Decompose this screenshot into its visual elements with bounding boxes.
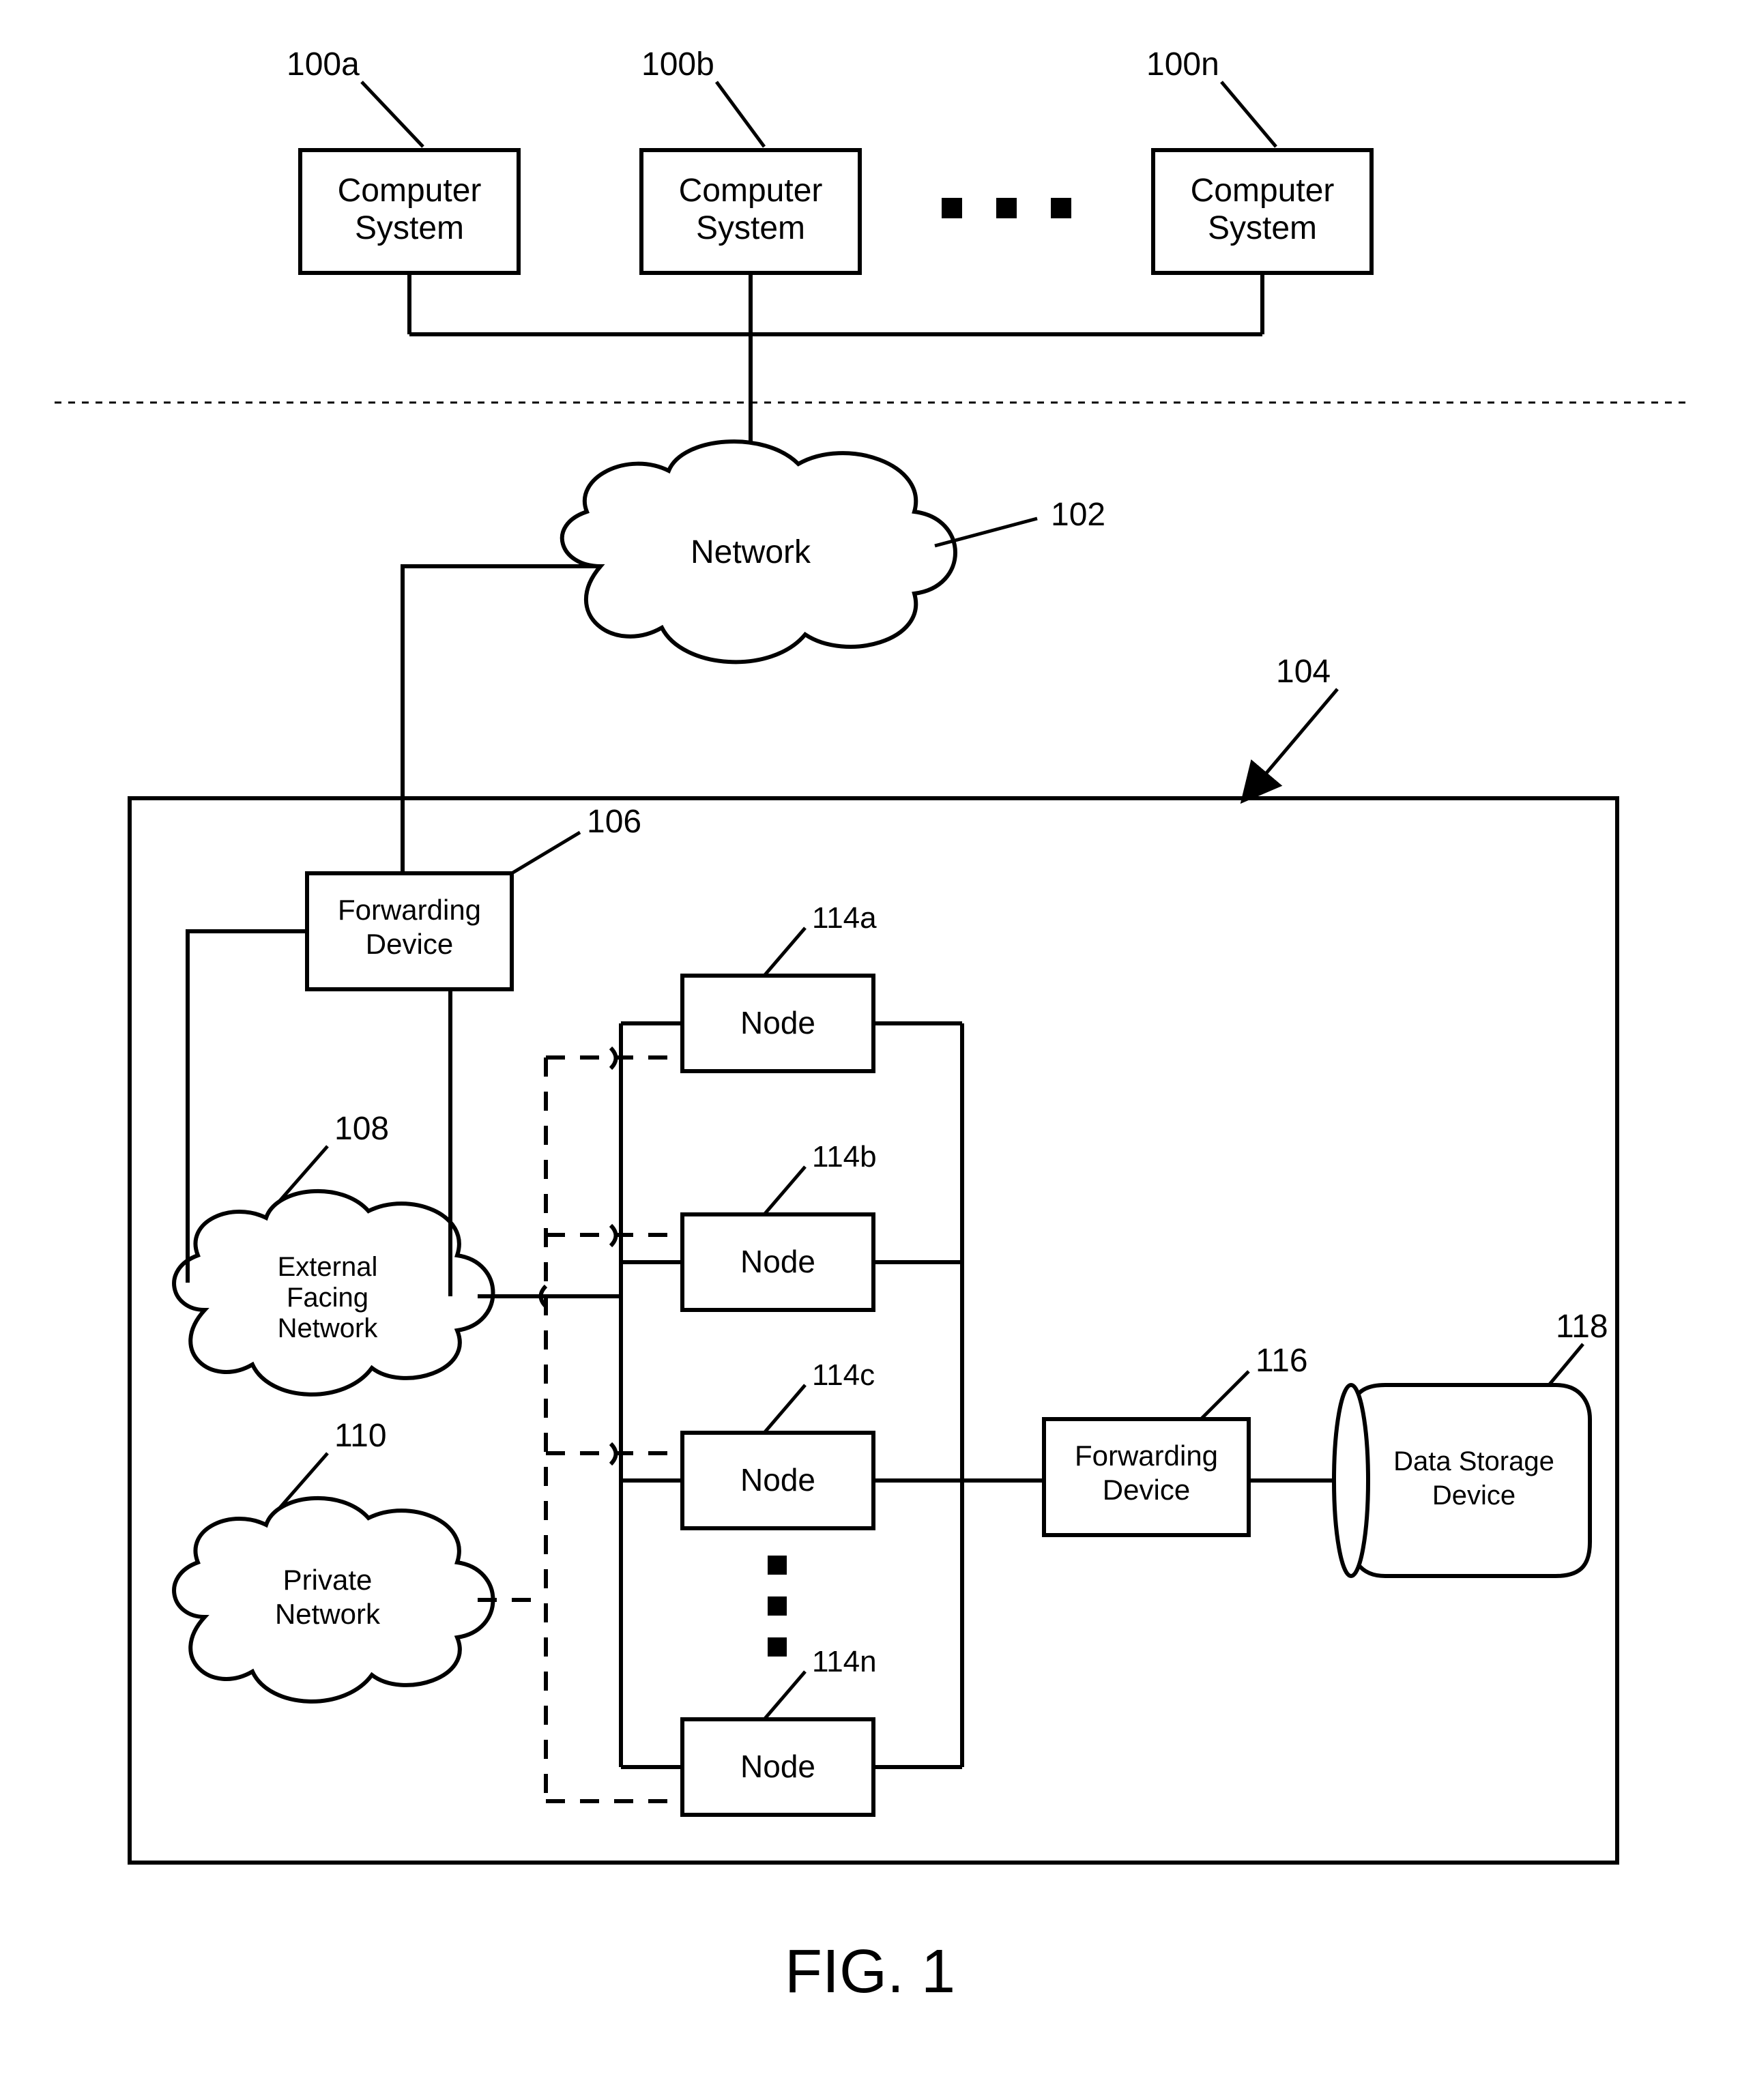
dashed-private-bus (478, 1058, 682, 1801)
ref-114b: 114b (812, 1140, 877, 1173)
ref-110: 110 (334, 1418, 387, 1454)
node-114a: Node (682, 976, 873, 1071)
ref-106: 106 (587, 804, 641, 840)
computer-system-a-label-2: System (355, 210, 464, 246)
ref-118: 118 (1556, 1309, 1608, 1345)
computer-system-a-label-1: Computer (338, 173, 482, 209)
ref-104: 104 (1276, 654, 1331, 690)
ref-100n: 100n (1146, 46, 1219, 83)
ext-label-1: External (278, 1252, 378, 1282)
priv-label-2: Network (275, 1598, 381, 1630)
network-label: Network (691, 534, 811, 570)
ref-114c: 114c (812, 1358, 875, 1392)
node-114n: Node (682, 1719, 873, 1815)
storage-label-1: Data Storage (1393, 1446, 1554, 1476)
computer-system-a: Computer System (300, 150, 519, 273)
forwarding-device-116: Forwarding Device (1044, 1419, 1249, 1535)
ref-114a: 114a (812, 901, 877, 935)
node-114c-label: Node (740, 1462, 815, 1498)
node-114b-label: Node (740, 1244, 815, 1279)
private-network-cloud: Private Network (174, 1498, 493, 1702)
ref-114n: 114n (812, 1645, 877, 1678)
figure-title: FIG. 1 (785, 1938, 955, 2006)
ellipsis-icon (942, 198, 1071, 218)
ref-100a: 100a (287, 46, 360, 83)
forwarding-106-label-2: Device (366, 928, 453, 960)
node-114a-label: Node (740, 1005, 815, 1040)
priv-label-1: Private (283, 1564, 373, 1596)
ext-label-2: Facing (287, 1283, 368, 1313)
data-storage-device: Data Storage Device (1334, 1385, 1590, 1576)
computer-system-n-label-2: System (1208, 210, 1317, 246)
forwarding-106-label-1: Forwarding (338, 894, 481, 926)
computer-system-b-label-2: System (696, 210, 805, 246)
computer-system-b: Computer System (641, 150, 860, 273)
computer-system-n: Computer System (1153, 150, 1372, 273)
right-node-bus (873, 1023, 1044, 1767)
computer-system-b-label-1: Computer (679, 173, 823, 209)
ref-102: 102 (1051, 497, 1105, 533)
ref-108: 108 (334, 1111, 389, 1147)
solid-node-bus (478, 1023, 682, 1767)
forwarding-116-label-2: Device (1103, 1474, 1190, 1506)
forwarding-device-106: Forwarding Device (307, 873, 512, 989)
node-114c: Node (682, 1433, 873, 1528)
node-114b: Node (682, 1214, 873, 1310)
computer-system-n-label-1: Computer (1191, 173, 1335, 209)
forwarding-116-label-1: Forwarding (1075, 1440, 1218, 1472)
node-114n-label: Node (740, 1749, 815, 1784)
network-cloud: Network (562, 441, 955, 662)
ref-116: 116 (1256, 1343, 1308, 1379)
ext-label-3: Network (278, 1313, 379, 1343)
figure-1-diagram: Computer System 100a Computer System 100… (0, 0, 1740, 2097)
ellipsis-vertical-icon (768, 1556, 787, 1657)
ref-100b: 100b (641, 46, 714, 83)
storage-label-2: Device (1432, 1481, 1516, 1511)
external-facing-network-cloud: External Facing Network (174, 1191, 493, 1395)
